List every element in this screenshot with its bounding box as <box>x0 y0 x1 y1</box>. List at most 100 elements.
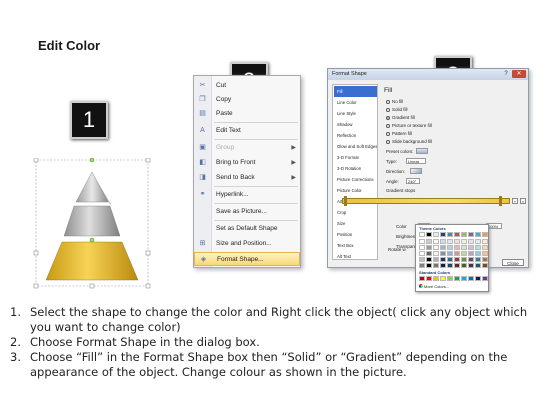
remove-stop-icon[interactable]: × <box>520 198 526 204</box>
color-swatch[interactable] <box>440 245 446 250</box>
nav-item-glow[interactable]: Glow and Soft Edges <box>334 141 377 152</box>
color-swatch[interactable] <box>482 232 488 237</box>
color-swatch[interactable] <box>426 239 432 244</box>
help-icon[interactable]: ? <box>502 70 510 78</box>
color-swatch[interactable] <box>433 263 439 268</box>
color-swatch[interactable] <box>426 263 432 268</box>
gradient-stops-bar[interactable] <box>342 198 510 204</box>
menu-item-edit-text[interactable]: A Edit Text <box>194 124 300 138</box>
color-swatch[interactable] <box>461 257 467 262</box>
color-swatch[interactable] <box>482 251 488 256</box>
color-swatch[interactable] <box>475 245 481 250</box>
color-swatch[interactable] <box>461 245 467 250</box>
nav-item-text-box[interactable]: Text Box <box>334 240 377 251</box>
color-swatch[interactable] <box>468 251 474 256</box>
menu-item-paste[interactable]: ▤ Paste <box>194 107 300 121</box>
color-swatch[interactable] <box>419 257 425 262</box>
nav-item-reflection[interactable]: Reflection <box>334 130 377 141</box>
nav-item-line-style[interactable]: Line Style <box>334 108 377 119</box>
color-swatch[interactable] <box>419 276 425 281</box>
more-colors-link[interactable]: More Colors... <box>424 284 449 289</box>
color-swatch[interactable] <box>482 263 488 268</box>
angle-input[interactable]: 240° <box>406 178 420 184</box>
color-swatch[interactable] <box>440 251 446 256</box>
color-swatch[interactable] <box>426 276 432 281</box>
nav-item-size[interactable]: Size <box>334 218 377 229</box>
color-swatch[interactable] <box>461 239 467 244</box>
color-swatch[interactable] <box>447 276 453 281</box>
radio-gradient-fill[interactable]: Gradient fill <box>386 114 415 121</box>
color-swatch[interactable] <box>461 263 467 268</box>
color-swatch[interactable] <box>440 276 446 281</box>
rotate-with-shape-label[interactable]: Rotate w <box>388 247 406 252</box>
color-swatch[interactable] <box>419 239 425 244</box>
color-swatch[interactable] <box>475 263 481 268</box>
color-swatch[interactable] <box>454 257 460 262</box>
nav-item-line-color[interactable]: Line Color <box>334 97 377 108</box>
color-swatch[interactable] <box>447 251 453 256</box>
color-swatch[interactable] <box>475 257 481 262</box>
color-swatch[interactable] <box>433 245 439 250</box>
nav-item-position[interactable]: Position <box>334 229 377 240</box>
color-swatch[interactable] <box>468 239 474 244</box>
color-swatch[interactable] <box>482 257 488 262</box>
color-swatch[interactable] <box>461 276 467 281</box>
color-swatch[interactable] <box>419 232 425 237</box>
color-swatch[interactable] <box>482 239 488 244</box>
color-swatch[interactable] <box>454 245 460 250</box>
nav-item-3d-format[interactable]: 3-D Format <box>334 152 377 163</box>
nav-item-picture-color[interactable]: Picture Color <box>334 185 377 196</box>
nav-item-alt-text[interactable]: Alt Text <box>334 251 377 262</box>
radio-slide-background-fill[interactable]: Slide background fill <box>386 138 432 145</box>
color-swatch[interactable] <box>440 239 446 244</box>
color-swatch[interactable] <box>468 257 474 262</box>
color-swatch[interactable] <box>426 257 432 262</box>
menu-item-bring-to-front[interactable]: ◧ Bring to Front ▶ <box>194 156 300 170</box>
gradient-stop-handle[interactable] <box>499 196 502 206</box>
color-swatch[interactable] <box>482 245 488 250</box>
color-swatch[interactable] <box>433 251 439 256</box>
color-swatch[interactable] <box>433 239 439 244</box>
nav-item-crop[interactable]: Crop <box>334 207 377 218</box>
color-swatch[interactable] <box>433 257 439 262</box>
color-swatch[interactable] <box>419 245 425 250</box>
direction-dropdown[interactable] <box>410 168 422 174</box>
color-swatch[interactable] <box>447 245 453 250</box>
color-swatch[interactable] <box>440 257 446 262</box>
color-swatch[interactable] <box>468 232 474 237</box>
color-swatch[interactable] <box>468 276 474 281</box>
gradient-stop-handle[interactable] <box>344 196 347 206</box>
radio-solid-fill[interactable]: Solid fill <box>386 106 408 113</box>
color-swatch[interactable] <box>475 239 481 244</box>
color-swatch[interactable] <box>454 251 460 256</box>
color-swatch[interactable] <box>461 232 467 237</box>
color-swatch[interactable] <box>475 251 481 256</box>
color-swatch[interactable] <box>447 232 453 237</box>
menu-item-send-to-back[interactable]: ◨ Send to Back ▶ <box>194 171 300 185</box>
color-swatch[interactable] <box>475 232 481 237</box>
nav-item-3d-rotation[interactable]: 3-D Rotation <box>334 163 377 174</box>
nav-item-picture-corrections[interactable]: Picture Corrections <box>334 174 377 185</box>
menu-item-size-and-position[interactable]: ⊞ Size and Position... <box>194 237 300 251</box>
color-swatch[interactable] <box>454 239 460 244</box>
color-swatch[interactable] <box>440 263 446 268</box>
color-swatch[interactable] <box>419 263 425 268</box>
color-swatch[interactable] <box>419 251 425 256</box>
color-swatch[interactable] <box>454 232 460 237</box>
color-swatch[interactable] <box>482 276 488 281</box>
color-swatch[interactable] <box>468 263 474 268</box>
color-swatch[interactable] <box>426 251 432 256</box>
color-swatch[interactable] <box>454 263 460 268</box>
color-swatch[interactable] <box>461 251 467 256</box>
color-swatch[interactable] <box>447 257 453 262</box>
menu-item-copy[interactable]: ❐ Copy <box>194 93 300 107</box>
close-icon[interactable]: ✕ <box>512 70 526 78</box>
color-swatch[interactable] <box>433 276 439 281</box>
menu-item-set-default-shape[interactable]: Set as Default Shape <box>194 222 300 236</box>
color-swatch[interactable] <box>433 232 439 237</box>
color-swatch[interactable] <box>447 239 453 244</box>
radio-picture-fill[interactable]: Picture or texture fill <box>386 122 432 129</box>
radio-pattern-fill[interactable]: Pattern fill <box>386 130 412 137</box>
color-swatch[interactable] <box>475 276 481 281</box>
color-swatch[interactable] <box>447 263 453 268</box>
